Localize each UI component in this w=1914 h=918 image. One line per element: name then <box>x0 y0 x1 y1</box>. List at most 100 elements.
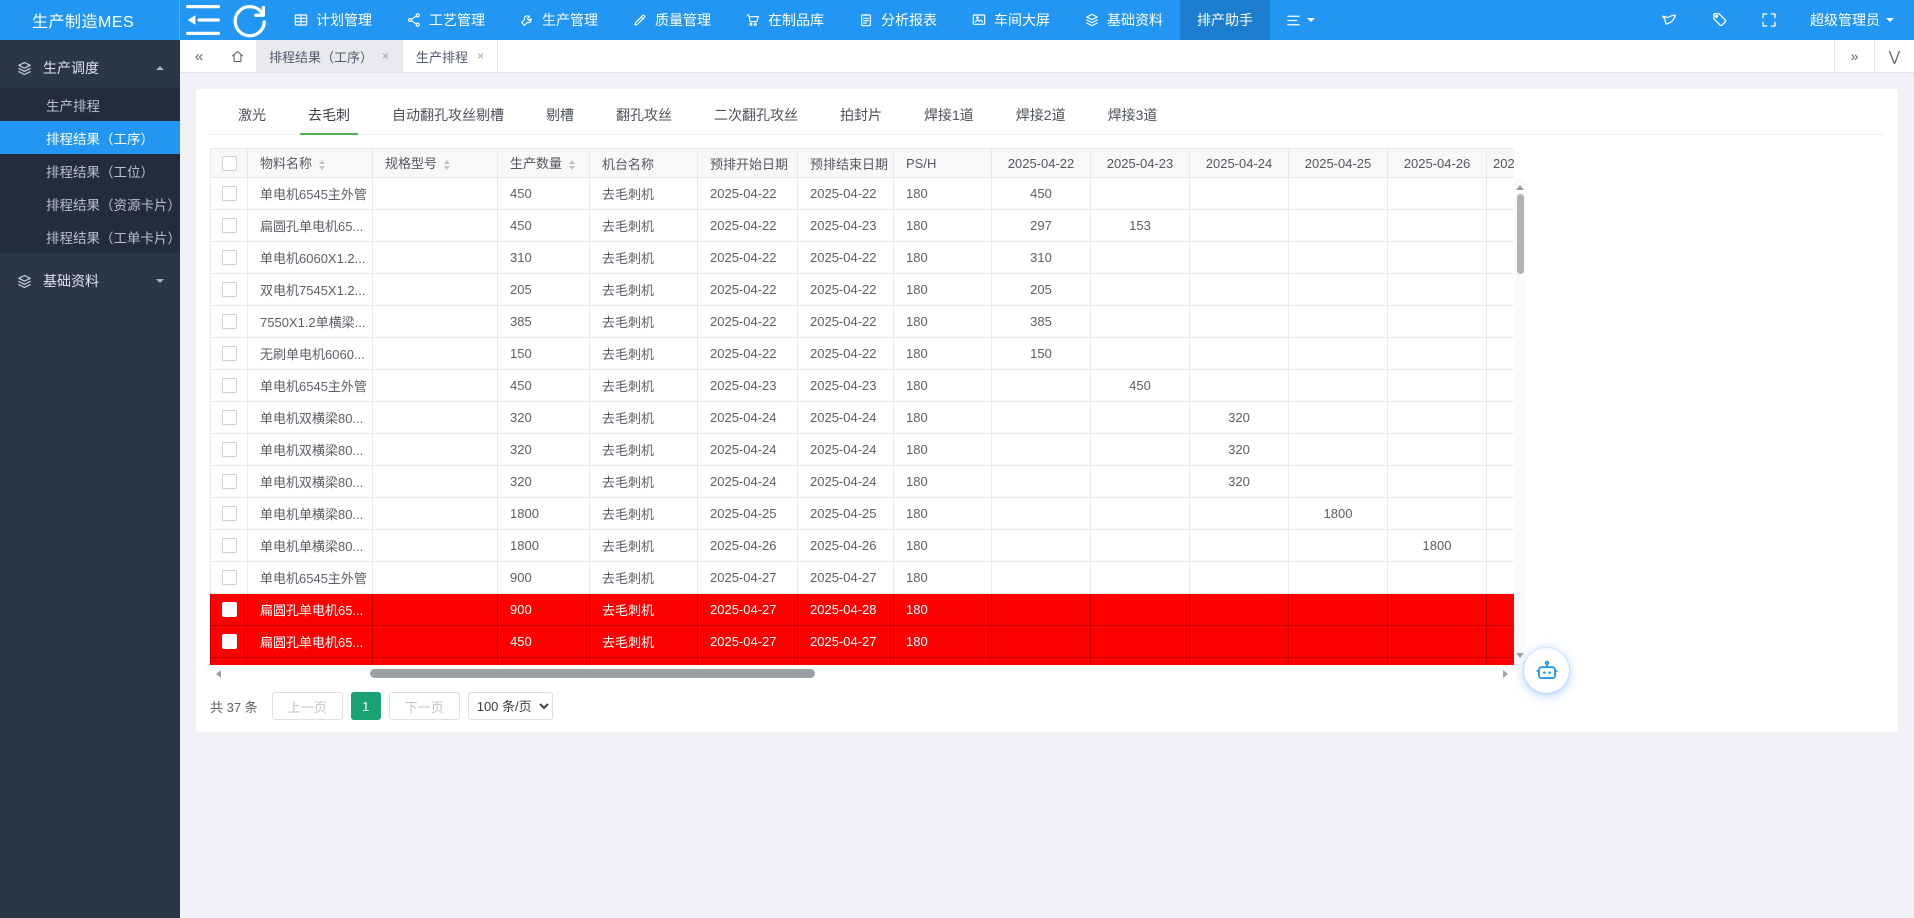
table-header-row: 物料名称规格型号生产数量机台名称预排开始日期预排结束日期PS/H2025-04-… <box>211 149 1515 178</box>
row-checkbox[interactable] <box>222 506 237 521</box>
column-header[interactable]: 生产数量 <box>498 149 590 178</box>
column-header[interactable]: 规格型号 <box>373 149 498 178</box>
column-header[interactable]: 物料名称 <box>248 149 373 178</box>
tag-icon[interactable] <box>1710 11 1728 29</box>
scroll-right-arrow-icon[interactable] <box>1503 670 1512 678</box>
sort-icon[interactable] <box>319 157 325 173</box>
row-checkbox[interactable] <box>222 602 237 617</box>
sidebar-item-schedule-result-process[interactable]: 排程结果（工序） <box>0 121 180 154</box>
cell-daily-quantity: 450 <box>1091 370 1190 402</box>
sidebar-item-production-scheduling[interactable]: 生产排程 <box>0 88 180 121</box>
cell-material-name: 单电机6545主外管 <box>248 562 373 594</box>
row-checkbox[interactable] <box>222 570 237 585</box>
nav-item-workshop-screen[interactable]: 车间大屏 <box>954 0 1067 40</box>
row-checkbox[interactable] <box>222 282 237 297</box>
row-checkbox[interactable] <box>222 538 237 553</box>
cell-spec <box>373 338 498 370</box>
row-checkbox[interactable] <box>222 442 237 457</box>
row-checkbox[interactable] <box>222 634 237 649</box>
horizontal-scrollbar[interactable] <box>210 668 1514 680</box>
nav-item-wip-warehouse[interactable]: 在制品库 <box>728 0 841 40</box>
nav-item-scheduling-assistant[interactable]: 排产助手 <box>1180 0 1270 40</box>
row-checkbox[interactable] <box>222 218 237 233</box>
sort-icon[interactable] <box>569 157 575 173</box>
nav-item-label: 分析报表 <box>881 10 937 30</box>
scroll-down-arrow-icon[interactable] <box>1516 653 1524 662</box>
nav-item-production-management[interactable]: 生产管理 <box>502 0 615 40</box>
column-header: 预排开始日期 <box>698 149 798 178</box>
vertical-scrollbar-thumb[interactable] <box>1517 194 1524 274</box>
nav-item-plan-management[interactable]: 计划管理 <box>276 0 389 40</box>
row-checkbox[interactable] <box>222 186 237 201</box>
process-tab-welding-2[interactable]: 焊接2道 <box>1000 95 1082 134</box>
cell-daily-quantity <box>1289 562 1388 594</box>
cell-material-name: 单电机6545主外管 <box>248 178 373 210</box>
current-page-button[interactable]: 1 <box>351 692 381 720</box>
sidebar-item-schedule-result-station[interactable]: 排程结果（工位） <box>0 154 180 187</box>
row-checkbox[interactable] <box>222 314 237 329</box>
home-tab-button[interactable] <box>218 40 256 72</box>
sidebar-item-schedule-result-workorder-card[interactable]: 排程结果（工单卡片） <box>0 220 180 253</box>
row-checkbox[interactable] <box>222 410 237 425</box>
process-tab-laser[interactable]: 激光 <box>222 95 282 134</box>
row-checkbox[interactable] <box>222 474 237 489</box>
process-tab-auto-tapping-slotting[interactable]: 自动翻孔攻丝剔槽 <box>376 95 520 134</box>
table-row: 无刷单电机6060...150去毛刺机2025-04-222025-04-221… <box>211 338 1515 370</box>
assistant-chat-button[interactable] <box>1524 648 1569 693</box>
process-tab-deburring[interactable]: 去毛刺 <box>292 95 366 134</box>
tabs-dropdown-button[interactable]: ⋁ <box>1874 40 1914 72</box>
cell-daily-quantity <box>1091 530 1190 562</box>
process-tab-welding-3[interactable]: 焊接3道 <box>1092 95 1174 134</box>
process-tab-welding-1[interactable]: 焊接1道 <box>908 95 990 134</box>
cell-spec <box>373 626 498 658</box>
horizontal-scrollbar-thumb[interactable] <box>370 669 815 678</box>
process-tab-sealing[interactable]: 拍封片 <box>824 95 898 134</box>
column-header-label: 机台名称 <box>602 157 654 172</box>
more-menu-button[interactable] <box>1270 12 1330 29</box>
refresh-icon[interactable] <box>226 0 272 40</box>
tab-schedule-result-process[interactable]: 排程结果（工序）× <box>256 40 403 72</box>
nav-item-quality-management[interactable]: 质量管理 <box>615 0 728 40</box>
row-checkbox[interactable] <box>222 250 237 265</box>
collapse-sidebar-icon[interactable] <box>180 0 226 40</box>
tab-production-scheduling[interactable]: 生产排程× <box>403 40 498 72</box>
next-page-button[interactable]: 下一页 <box>389 692 460 720</box>
user-menu[interactable]: 超级管理员 <box>1810 10 1894 30</box>
scroll-left-arrow-icon[interactable] <box>212 670 221 678</box>
row-checkbox[interactable] <box>222 378 237 393</box>
scroll-up-arrow-icon[interactable] <box>1516 181 1524 190</box>
prev-page-button[interactable]: 上一页 <box>272 692 343 720</box>
process-tab-tapping[interactable]: 翻孔攻丝 <box>600 95 688 134</box>
page-size-select[interactable]: 100 条/页 <box>468 692 553 720</box>
cell-daily-quantity: 153 <box>1091 210 1190 242</box>
process-tab-secondary-tapping[interactable]: 二次翻孔攻丝 <box>698 95 814 134</box>
vertical-scrollbar[interactable] <box>1515 178 1525 665</box>
cell-material-name: 单电机6060X1.2... <box>248 242 373 274</box>
cell-daily-quantity <box>992 626 1091 658</box>
sidebar-section-basic-data[interactable]: 基础资料 <box>0 261 180 301</box>
tabs-scroll-left-button[interactable]: « <box>180 40 218 72</box>
tab-close-icon[interactable]: × <box>477 49 484 63</box>
sidebar-item-schedule-result-resource-card[interactable]: 排程结果（资源卡片） <box>0 187 180 220</box>
sort-icon[interactable] <box>444 157 450 173</box>
select-all-checkbox[interactable] <box>222 156 237 171</box>
sidebar-section-production-scheduling[interactable]: 生产调度 <box>0 48 180 88</box>
cell-daily-quantity: 450 <box>992 178 1091 210</box>
row-checkbox[interactable] <box>222 346 237 361</box>
cell-spec <box>373 402 498 434</box>
process-tab-slotting[interactable]: 剔槽 <box>530 95 590 134</box>
nav-item-basic-data[interactable]: 基础资料 <box>1067 0 1180 40</box>
tabs-scroll-right-button[interactable]: » <box>1834 40 1874 72</box>
nav-item-process-management[interactable]: 工艺管理 <box>389 0 502 40</box>
cell-quantity: 450 <box>498 178 590 210</box>
cell-daily-quantity <box>1190 370 1289 402</box>
cell-material-name <box>248 658 373 666</box>
dove-icon[interactable] <box>1660 11 1678 29</box>
nav-item-analysis-reports[interactable]: 分析报表 <box>841 0 954 40</box>
cell-daily-quantity <box>1487 306 1515 338</box>
fullscreen-icon[interactable] <box>1760 11 1778 29</box>
column-header: 机台名称 <box>590 149 698 178</box>
cell-end-date: 2025-04-24 <box>798 466 894 498</box>
cell-daily-quantity <box>1091 338 1190 370</box>
tab-close-icon[interactable]: × <box>382 49 389 63</box>
